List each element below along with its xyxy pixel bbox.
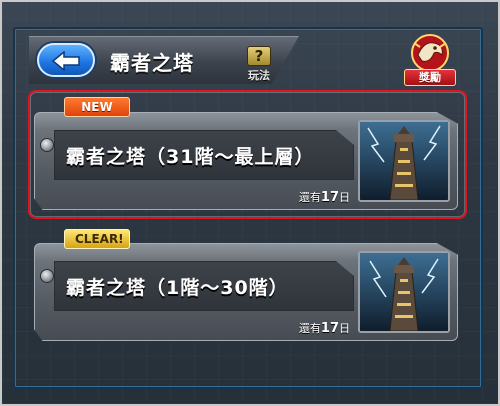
reward-button[interactable]: 獎勵 — [404, 33, 456, 89]
reward-label: 獎勵 — [404, 69, 456, 86]
clear-badge: CLEAR! — [64, 229, 130, 249]
help-label: 玩法 — [248, 69, 270, 82]
rivet-icon — [40, 269, 54, 283]
remaining-time: 還有17日 — [299, 320, 350, 336]
remaining-prefix: 還有 — [298, 322, 321, 335]
remaining-suffix: 日 — [339, 322, 350, 335]
storm-tower-image — [358, 251, 450, 333]
question-icon: ? — [247, 46, 271, 66]
selection-highlight — [28, 90, 467, 219]
dragon-emblem-icon — [411, 34, 449, 72]
stage-title: 霸者之塔（1階～30階） — [66, 277, 289, 299]
page-title: 霸者之塔 — [110, 51, 194, 75]
remaining-days: 17 — [320, 321, 339, 336]
back-button[interactable] — [37, 43, 95, 77]
stage-card-2[interactable]: 霸者之塔（1階～30階） 還有17日 — [34, 243, 458, 341]
help-button[interactable]: ? 玩法 — [244, 46, 274, 82]
left-arrow-icon — [51, 51, 80, 71]
